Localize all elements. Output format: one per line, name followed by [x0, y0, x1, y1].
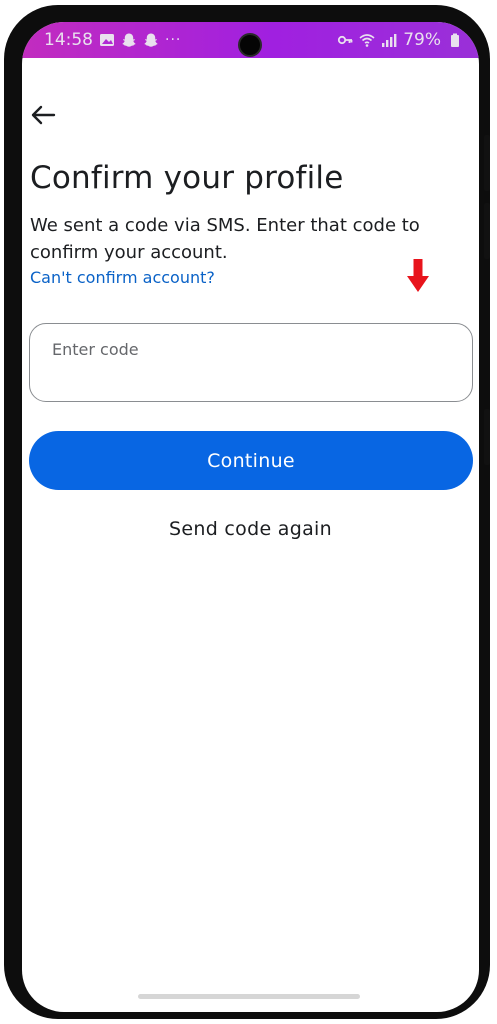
snapchat-icon: [121, 32, 137, 48]
send-code-again-button[interactable]: Send code again: [22, 518, 479, 540]
continue-button[interactable]: Continue: [29, 431, 473, 490]
status-bar: 14:58 ··· 79%: [22, 22, 479, 58]
more-notifications-icon: ···: [165, 32, 182, 48]
status-left: 14:58 ···: [44, 30, 181, 50]
power-button: [484, 409, 490, 465]
instructions-text: We sent a code via SMS. Enter that code …: [30, 215, 420, 263]
red-down-arrow-icon: [407, 259, 429, 293]
wifi-icon: [359, 32, 375, 48]
code-input-field[interactable]: Enter code: [29, 323, 473, 402]
image-icon: [99, 32, 115, 48]
status-right: 79%: [337, 30, 463, 50]
volume-down-button: [484, 203, 490, 259]
volume-up-button: [484, 135, 490, 191]
back-button[interactable]: [30, 104, 60, 128]
code-input-placeholder: Enter code: [52, 340, 139, 359]
page-title: Confirm your profile: [30, 160, 344, 196]
battery-icon: [447, 32, 463, 48]
phone-frame: 14:58 ··· 79% Confirm your profile We se…: [4, 5, 490, 1019]
cant-confirm-account-link[interactable]: Can't confirm account?: [30, 268, 215, 287]
status-time: 14:58: [44, 30, 93, 50]
snapchat-icon: [143, 32, 159, 48]
front-camera: [238, 33, 262, 57]
home-indicator[interactable]: [138, 994, 360, 999]
signal-icon: [381, 32, 397, 48]
screen: 14:58 ··· 79% Confirm your profile We se…: [22, 22, 479, 1012]
arrow-left-icon: [31, 105, 56, 125]
key-icon: [337, 32, 353, 48]
battery-percentage: 79%: [403, 30, 441, 50]
continue-button-label: Continue: [207, 449, 295, 472]
